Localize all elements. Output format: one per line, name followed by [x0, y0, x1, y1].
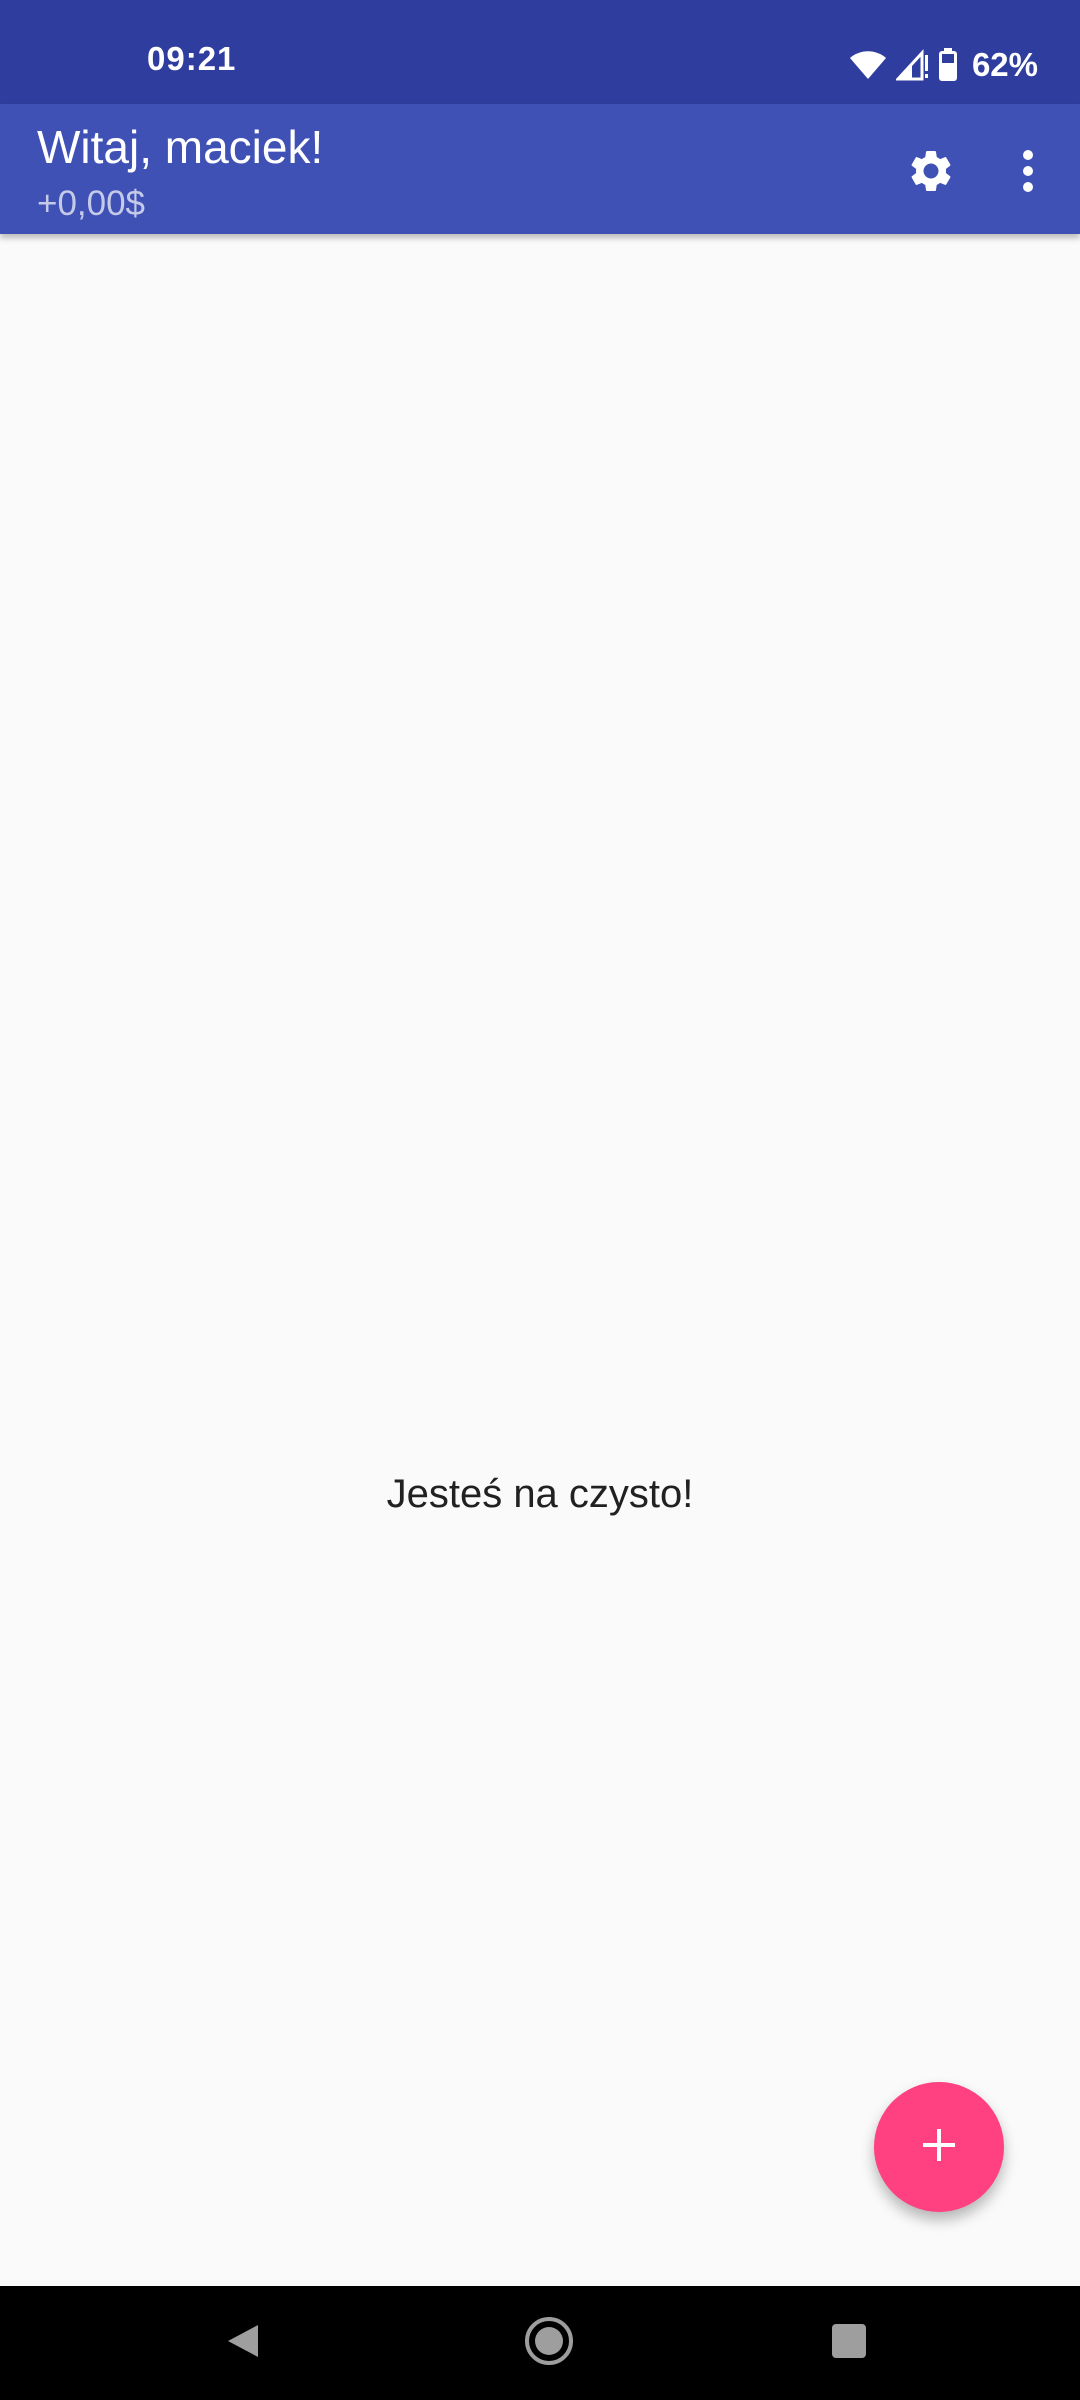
add-button[interactable] [874, 2082, 1004, 2212]
status-bar: 09:21 5 62% [0, 0, 1080, 104]
screen: 09:21 5 62% Witaj, maciek! +0,00$ Jesteś… [0, 0, 1080, 2400]
back-button[interactable] [208, 2308, 278, 2378]
more-vert-icon [1021, 149, 1035, 198]
home-icon [523, 2315, 575, 2372]
battery-percentage: 62% [971, 46, 1038, 83]
battery-icon [938, 48, 958, 82]
settings-icon [906, 146, 956, 201]
main-content: Jesteś na czysto! [0, 234, 1080, 2286]
navigation-bar [0, 2286, 1080, 2400]
back-icon [224, 2322, 262, 2365]
balance-subtitle: +0,00$ [37, 184, 146, 223]
status-time: 09:21 [147, 40, 237, 77]
app-bar: Witaj, maciek! +0,00$ [0, 104, 1080, 234]
recents-button[interactable] [814, 2308, 884, 2378]
recents-icon [831, 2323, 867, 2364]
signal-icon [895, 49, 930, 81]
add-icon [919, 2125, 959, 2170]
status-icons: 5 62% [848, 40, 1038, 90]
wifi-icon: 5 [848, 49, 888, 81]
page-title: Witaj, maciek! [37, 121, 324, 173]
empty-state-message: Jesteś na czysto! [386, 1472, 694, 1516]
settings-button[interactable] [898, 140, 964, 206]
more-options-button[interactable] [1000, 140, 1056, 206]
home-button[interactable] [514, 2308, 584, 2378]
svg-text:5: 5 [872, 72, 879, 81]
